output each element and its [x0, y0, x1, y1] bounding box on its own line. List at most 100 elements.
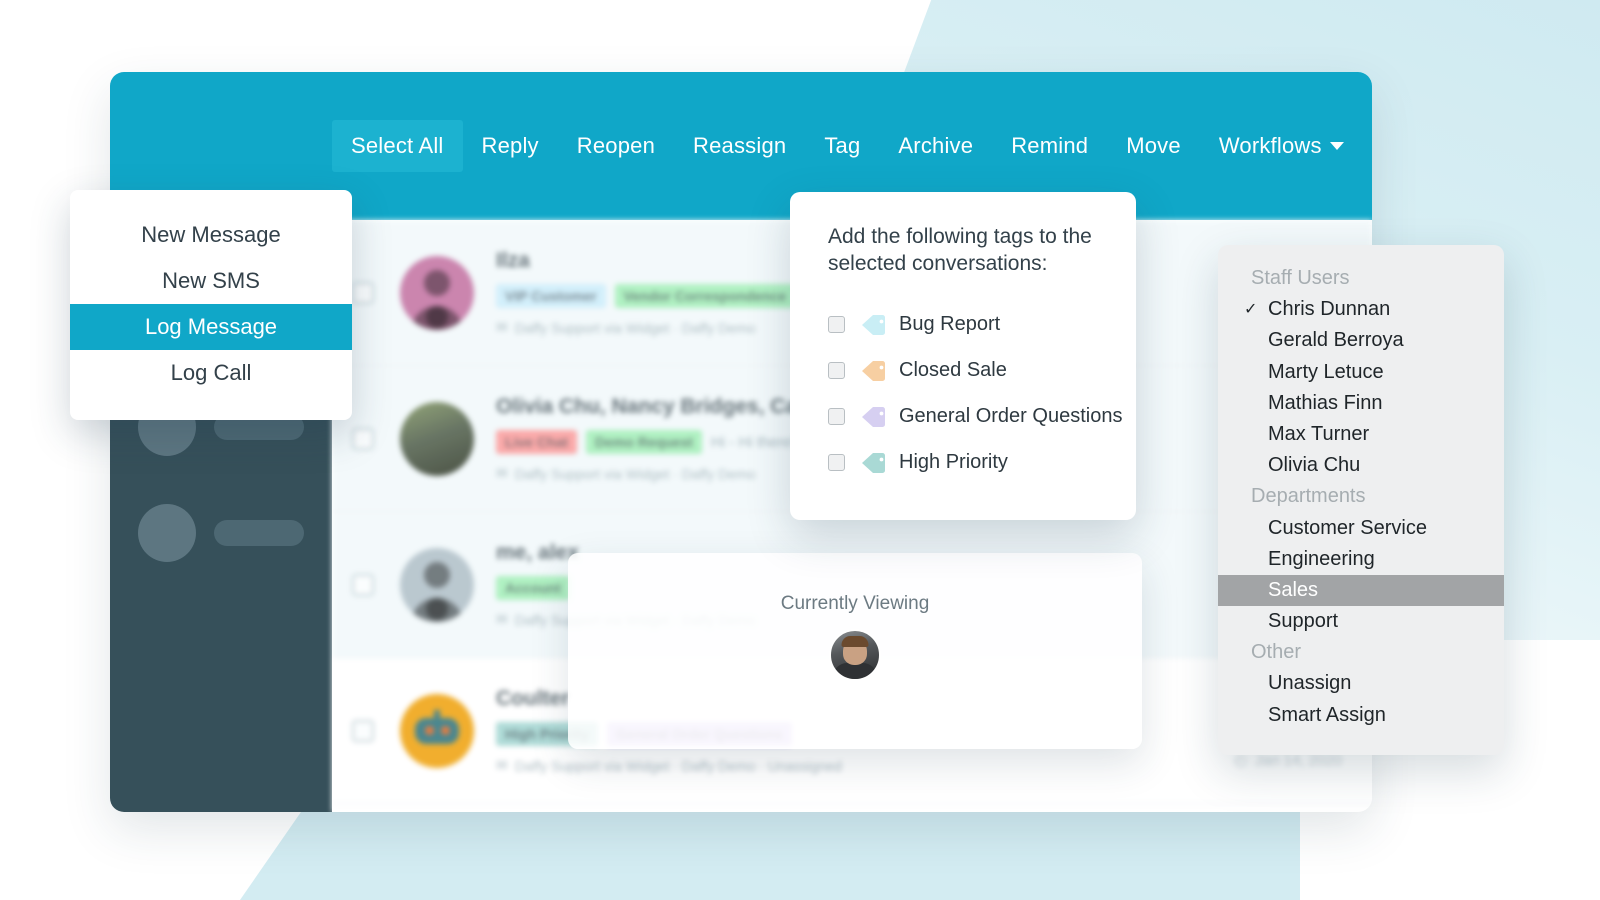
inbox-icon: ✉ — [496, 465, 508, 481]
toolbar-button-label: Move — [1126, 133, 1181, 158]
toolbar-button-move[interactable]: Move — [1107, 120, 1200, 172]
sidebar-placeholder-avatar — [138, 504, 196, 562]
conversation-tag-chip: Account — [496, 576, 570, 600]
assignment-item-max-turner[interactable]: Max Turner — [1218, 419, 1504, 450]
toolbar-button-label: Reopen — [576, 133, 656, 158]
tag-option-row[interactable]: Closed Sale — [828, 348, 1098, 394]
inbox-icon: ✉ — [496, 319, 508, 335]
assignment-item-unassign[interactable]: Unassign — [1218, 668, 1504, 699]
conversation-avatar — [400, 547, 474, 622]
tag-selection-panel: Add the following tags to the selected c… — [790, 192, 1136, 520]
tag-option-list: Bug Report Closed Sale General Order Quest… — [828, 302, 1122, 486]
tag-icon — [861, 406, 887, 428]
assignment-item-gerald-berroya[interactable]: Gerald Berroya — [1218, 325, 1504, 356]
toolbar-button-reopen[interactable]: Reopen — [558, 120, 674, 172]
toolbar-button-tag[interactable]: Tag — [805, 120, 879, 172]
assignment-item-label: Sales — [1268, 578, 1319, 601]
assignment-group-header: Departments — [1251, 485, 1366, 508]
checkmark-icon: ✓ — [1244, 300, 1258, 318]
tag-label: High Priority — [899, 451, 1008, 474]
toolbar-button-archive[interactable]: Archive — [879, 120, 992, 172]
tag-icon — [861, 360, 887, 382]
conversation-meta-text: Daffy Support via Widget · Daffy Demo — [514, 319, 756, 336]
tag-panel-title: Add the following tags to the selected c… — [828, 225, 1092, 275]
tag-option-row[interactable]: High Priority — [828, 440, 1098, 486]
compose-menu-item-log-message[interactable]: Log Message — [70, 304, 352, 350]
bot-eye-left — [424, 726, 434, 735]
currently-viewing-avatar — [829, 629, 881, 681]
assignment-item-sales[interactable]: Sales — [1218, 574, 1504, 607]
assignment-item-mathias-finn[interactable]: Mathias Finn — [1218, 388, 1504, 419]
sidebar-placeholder-item[interactable] — [138, 504, 304, 562]
conversation-meta-text: Daffy Support via Widget · Daffy Demo — [514, 465, 756, 482]
assignment-item-label: Unassign — [1268, 672, 1352, 695]
compose-dropdown-menu: New Message New SMS Log Message Log Call — [70, 190, 352, 420]
assignment-item-label: Smart Assign — [1268, 703, 1386, 726]
toolbar-button-reassign[interactable]: Reassign — [674, 120, 805, 172]
bot-antenna-icon — [434, 709, 440, 719]
tag-label: General Order Questions — [899, 405, 1123, 428]
assignment-group-header: Other — [1251, 641, 1302, 664]
screenshot-root: Select All Reply Reopen Reassign Tag Archive R… — [0, 0, 1600, 900]
tag-label: Bug Report — [899, 313, 1001, 336]
compose-menu-item-new-message[interactable]: New Message — [70, 212, 352, 258]
toolbar-button-select-all[interactable]: Select All — [332, 120, 463, 172]
tag-label: Closed Sale — [899, 359, 1007, 382]
assignment-item-support[interactable]: Support — [1218, 606, 1504, 637]
conversation-row-checkbox[interactable] — [352, 427, 374, 450]
assignment-dropdown-menu: Staff Users ✓ Chris Dunnan Gerald Berroya Ma… — [1218, 245, 1504, 755]
assignment-item-label: Engineering — [1268, 547, 1375, 570]
compose-menu-item-log-call[interactable]: Log Call — [70, 350, 352, 396]
assignment-item-olivia-chu[interactable]: Olivia Chu — [1218, 450, 1504, 481]
avatar-hair — [841, 636, 869, 647]
avatar-torso — [833, 663, 877, 679]
assignment-item-chris-dunnan[interactable]: ✓ Chris Dunnan — [1218, 294, 1504, 325]
tag-checkbox[interactable] — [828, 362, 845, 380]
toolbar-button-label: Archive — [898, 133, 974, 158]
conversation-avatar — [400, 255, 474, 330]
assignment-item-label: Customer Service — [1268, 516, 1427, 539]
assignment-item-marty-letuce[interactable]: Marty Letuce — [1218, 357, 1504, 388]
conversation-tag-chip: Vendor Correspondence — [614, 284, 796, 308]
toolbar-button-label: Reply — [481, 133, 539, 158]
toolbar-button-label: Remind — [1011, 133, 1089, 158]
conversation-subject: Hi - Hi there! — [711, 433, 796, 451]
currently-viewing-panel: Currently Viewing — [568, 553, 1142, 749]
assignment-item-customer-service[interactable]: Customer Service — [1218, 513, 1504, 544]
tag-option-row[interactable]: Bug Report — [828, 302, 1098, 348]
conversation-avatar — [400, 693, 474, 768]
assignment-item-label: Max Turner — [1268, 422, 1370, 445]
sidebar-placeholder-label — [214, 520, 304, 546]
bulk-action-toolbar: Select All Reply Reopen Reassign Tag Archive R… — [332, 120, 1363, 172]
assignment-item-engineering[interactable]: Engineering — [1218, 544, 1504, 575]
assignment-group-header: Staff Users — [1251, 267, 1350, 289]
assignment-item-label: Support — [1268, 610, 1339, 633]
toolbar-button-label: Tag — [824, 133, 861, 158]
inbox-icon: ✉ — [496, 757, 508, 773]
assignment-item-label: Marty Letuce — [1268, 360, 1384, 383]
conversation-row-checkbox[interactable] — [352, 719, 374, 742]
assignment-item-label: Olivia Chu — [1268, 454, 1361, 477]
assignment-item-label: Mathias Finn — [1268, 391, 1383, 414]
toolbar-button-label: Reassign — [693, 133, 787, 158]
toolbar-button-reply[interactable]: Reply — [463, 120, 558, 172]
toolbar-button-workflows[interactable]: Workflows — [1200, 120, 1363, 172]
toolbar-button-remind[interactable]: Remind — [992, 120, 1107, 172]
tag-checkbox[interactable] — [828, 408, 845, 426]
conversation-row-checkbox[interactable] — [352, 573, 374, 596]
conversation-tag-chip: VIP Customer — [496, 284, 606, 308]
conversation-row-checkbox[interactable] — [352, 281, 374, 304]
toolbar-button-label: Select All — [351, 133, 444, 158]
assignment-item-smart-assign[interactable]: Smart Assign — [1218, 700, 1504, 731]
compose-menu-item-new-sms[interactable]: New SMS — [70, 258, 352, 304]
assignment-item-label: Gerald Berroya — [1268, 329, 1404, 352]
tag-icon — [861, 452, 887, 474]
tag-checkbox[interactable] — [828, 316, 845, 334]
inbox-icon: ✉ — [496, 611, 508, 627]
currently-viewing-title: Currently Viewing — [780, 593, 930, 614]
conversation-avatar — [400, 401, 474, 476]
tag-option-row[interactable]: General Order Questions — [828, 394, 1122, 440]
toolbar-button-label: Workflows — [1218, 133, 1322, 158]
tag-checkbox[interactable] — [828, 454, 845, 472]
conversation-tag-chip: Demo Request — [586, 430, 703, 454]
